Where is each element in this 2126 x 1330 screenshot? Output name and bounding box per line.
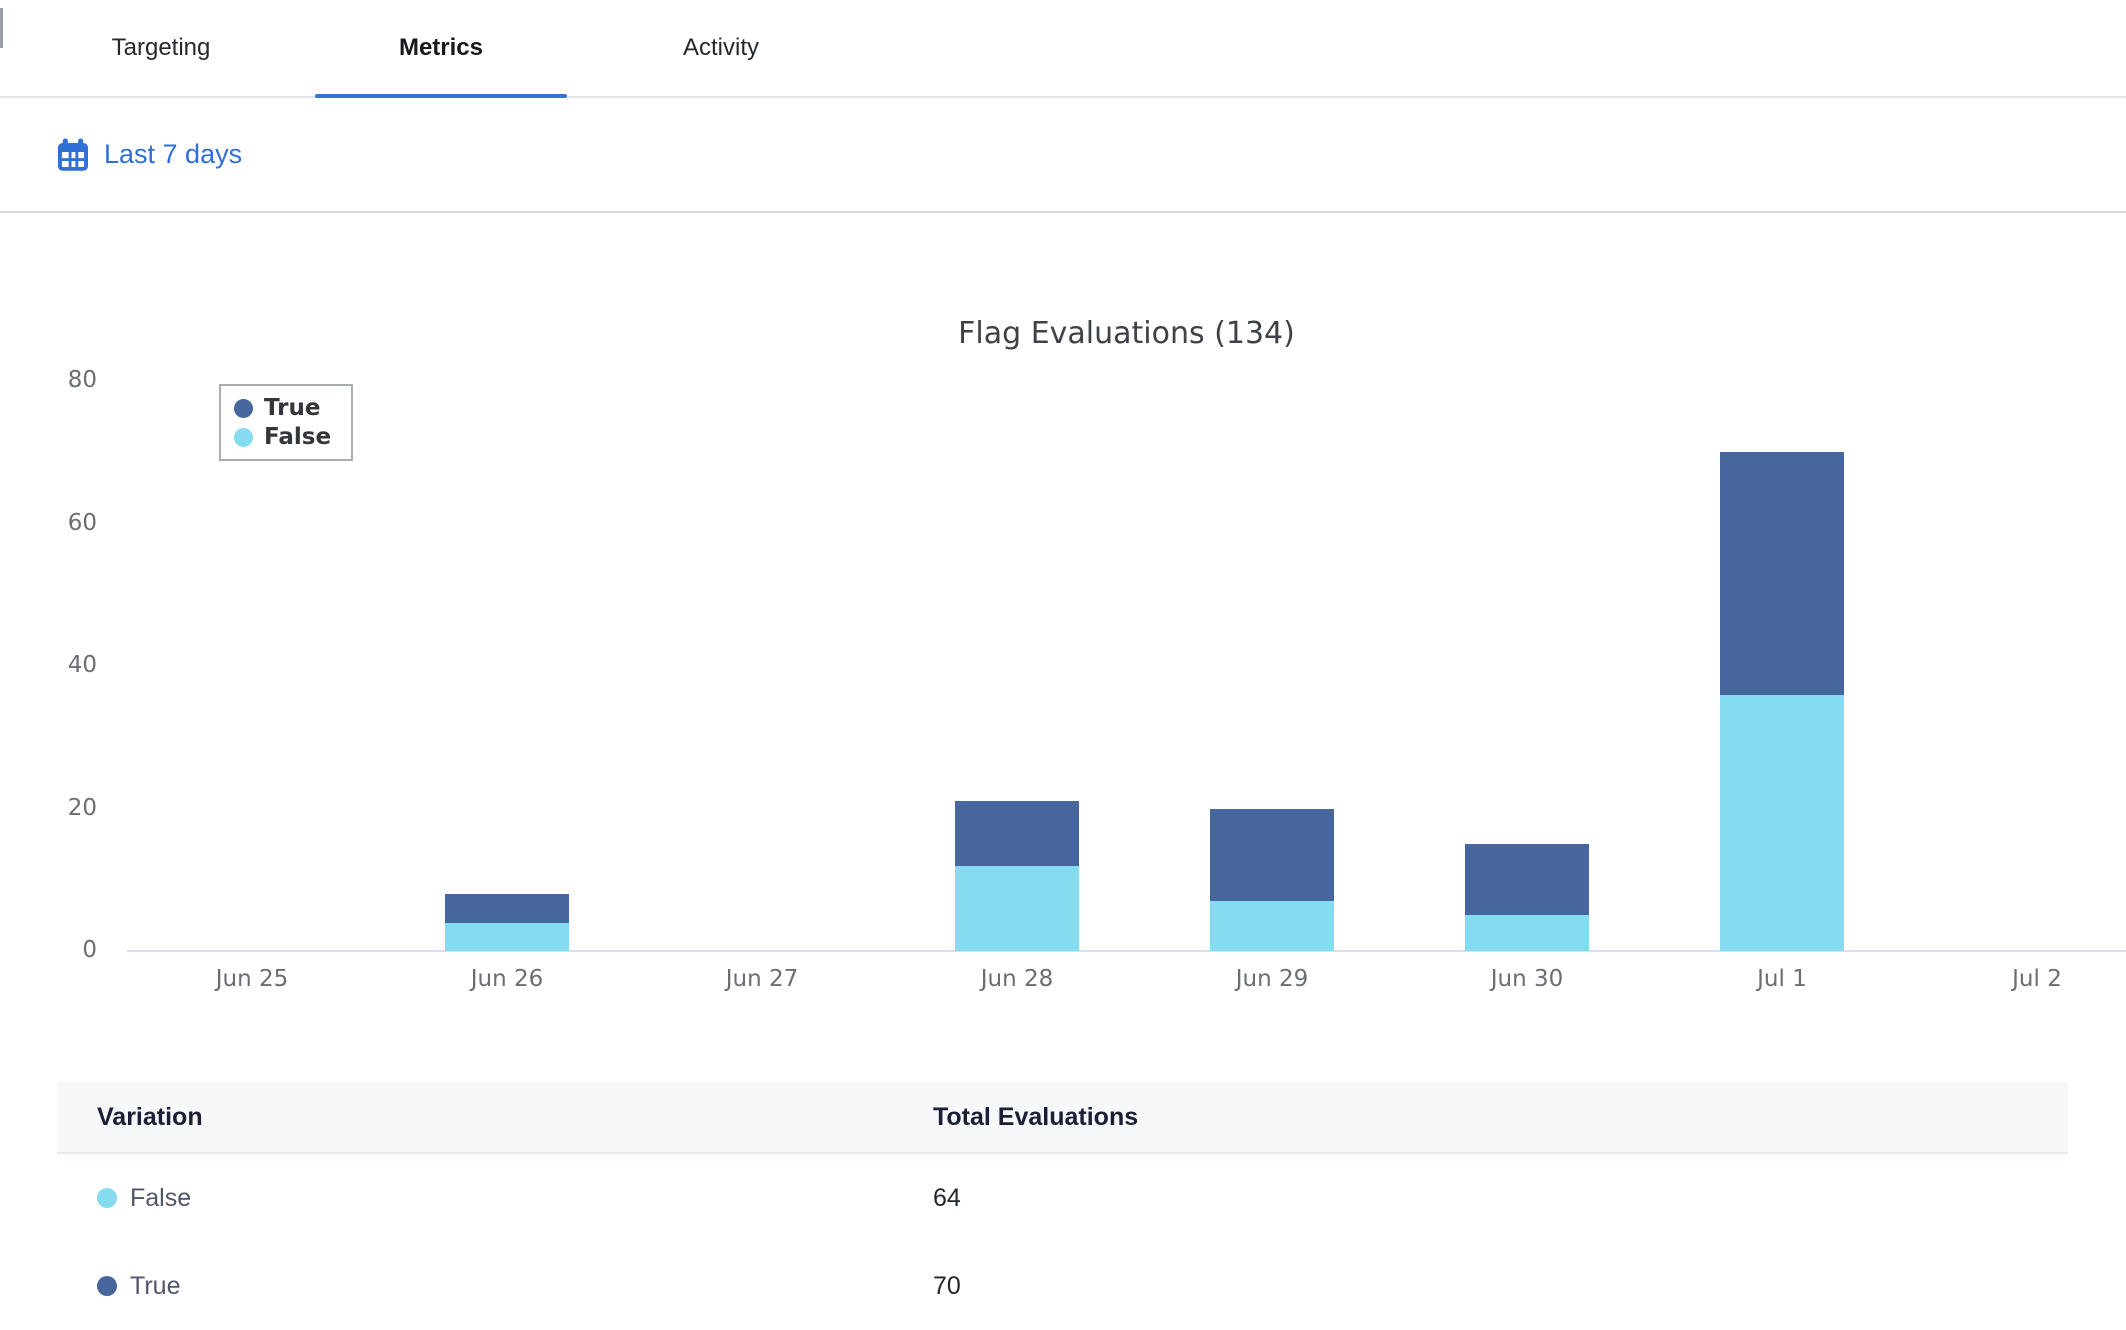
y-axis-tick-label: 20	[17, 795, 97, 821]
bar-segment-false	[445, 923, 569, 952]
bar-segment-false	[1210, 901, 1334, 951]
bar-segment-true	[955, 801, 1079, 865]
bar-segment-true	[1720, 452, 1844, 694]
bar-jun-26	[445, 894, 569, 951]
bar-jun-30	[1465, 844, 1589, 951]
tab-metrics[interactable]: Metrics	[315, 0, 567, 96]
x-axis-label: Jun 25	[167, 966, 337, 992]
tab-list: Targeting Metrics Activity	[35, 0, 847, 96]
table-row-false: False 64	[57, 1154, 2068, 1242]
variation-table: Variation Total Evaluations False 64 True 7…	[57, 1082, 2068, 1330]
total-evaluations-cell: 70	[933, 1272, 961, 1301]
y-axis-tick-label: 0	[17, 937, 97, 963]
variation-cell: False	[57, 1184, 933, 1213]
screen-edge-artifact	[0, 8, 3, 48]
date-range-label: Last 7 days	[104, 139, 242, 170]
x-axis-label: Jun 27	[677, 966, 847, 992]
total-evaluations-cell: 64	[933, 1184, 961, 1213]
bar-segment-true	[1210, 809, 1334, 902]
y-axis-tick-label: 40	[17, 652, 97, 678]
chart-legend: True False	[219, 384, 353, 461]
y-axis-tick-label: 60	[17, 510, 97, 536]
table-header-row: Variation Total Evaluations	[57, 1082, 2068, 1154]
table-row-true: True 70	[57, 1242, 2068, 1330]
column-header-variation: Variation	[57, 1103, 933, 1132]
tab-label: Metrics	[399, 34, 483, 62]
x-axis-label: Jun 29	[1187, 966, 1357, 992]
chart-title: Flag Evaluations (134)	[127, 316, 2126, 351]
y-axis-tick-label: 80	[17, 367, 97, 393]
bar-segment-false	[955, 866, 1079, 952]
variation-dot-false	[97, 1188, 117, 1208]
legend-dot-false	[234, 428, 253, 447]
bar-jun-28	[955, 801, 1079, 951]
tab-bar: Targeting Metrics Activity	[0, 0, 2126, 98]
legend-label: True	[264, 395, 320, 421]
tab-label: Activity	[683, 34, 759, 62]
bar-segment-false	[1465, 915, 1589, 951]
filter-bar: Last 7 days	[0, 98, 2126, 213]
bar-segment-true	[1465, 844, 1589, 915]
bar-jun-29	[1210, 809, 1334, 952]
bar-jul-1	[1720, 452, 1844, 951]
legend-dot-true	[234, 399, 253, 418]
variation-dot-true	[97, 1276, 117, 1296]
variation-label: False	[130, 1184, 191, 1213]
legend-item-true[interactable]: True	[234, 395, 331, 421]
x-axis-label: Jun 26	[422, 966, 592, 992]
tab-label: Targeting	[112, 34, 211, 62]
calendar-icon	[55, 137, 91, 173]
x-axis-label: Jun 30	[1442, 966, 1612, 992]
variation-cell: True	[57, 1272, 933, 1301]
bar-segment-false	[1720, 695, 1844, 952]
variation-label: True	[130, 1272, 180, 1301]
date-range-button[interactable]: Last 7 days	[55, 137, 242, 173]
x-axis-label: Jun 28	[932, 966, 1102, 992]
x-axis-label: Jul 2	[1952, 966, 2122, 992]
tab-targeting[interactable]: Targeting	[35, 0, 287, 96]
legend-label: False	[264, 424, 331, 450]
x-axis-label: Jul 1	[1697, 966, 1867, 992]
legend-item-false[interactable]: False	[234, 424, 331, 450]
tab-activity[interactable]: Activity	[595, 0, 847, 96]
bar-segment-true	[445, 894, 569, 923]
column-header-total-evaluations: Total Evaluations	[933, 1103, 1138, 1132]
